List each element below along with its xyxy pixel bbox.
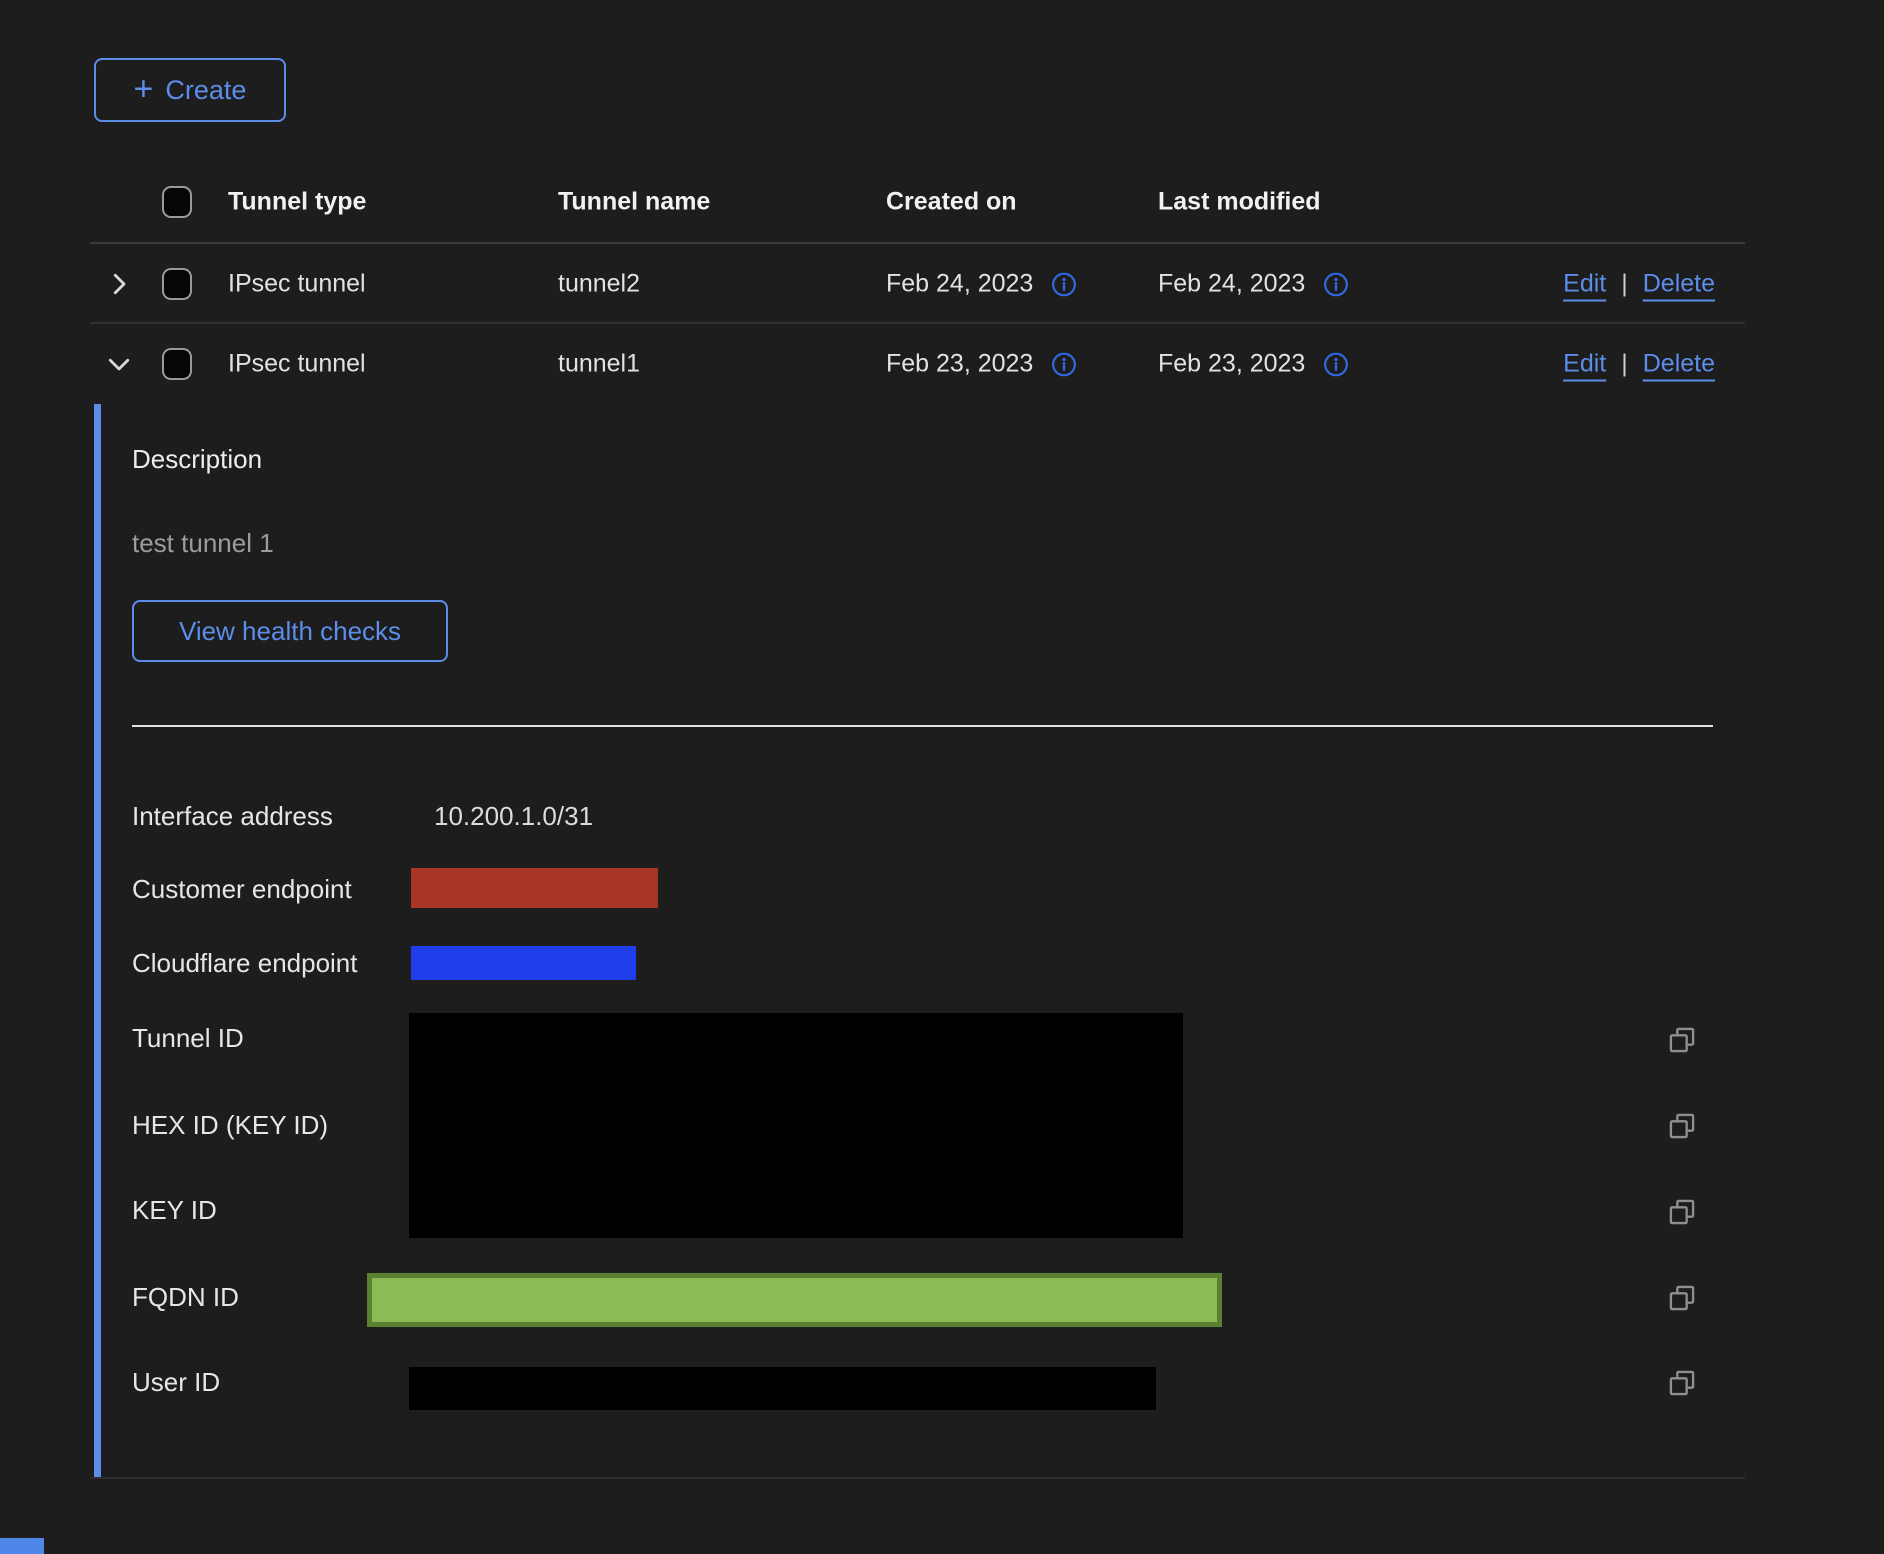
tunnel-name-cell: tunnel1 <box>558 350 640 379</box>
edit-link[interactable]: Edit <box>1563 350 1606 379</box>
plus-icon: + <box>134 72 154 106</box>
customer-endpoint-redacted-value <box>411 868 658 908</box>
last-modified-cell: Feb 23, 2023 <box>1158 350 1349 379</box>
user-id-redacted-value <box>409 1367 1156 1410</box>
created-on-date: Feb 23, 2023 <box>886 350 1033 379</box>
copy-icon[interactable] <box>1668 1369 1696 1397</box>
fqdn-id-label: FQDN ID <box>132 1282 239 1313</box>
customer-endpoint-label: Customer endpoint <box>132 874 352 905</box>
table-bottom-divider <box>90 1477 1745 1479</box>
delete-link[interactable]: Delete <box>1643 350 1715 379</box>
create-button[interactable]: + Create <box>94 58 286 122</box>
tunnel-detail-panel: Description test tunnel 1 View health ch… <box>94 404 1745 1478</box>
header-tunnel-name: Tunnel name <box>558 188 710 217</box>
copy-icon[interactable] <box>1668 1284 1696 1312</box>
header-last-modified: Last modified <box>1158 188 1321 217</box>
section-divider <box>132 725 1713 727</box>
created-on-cell: Feb 24, 2023 <box>886 270 1077 299</box>
cloudflare-endpoint-redacted-value <box>411 946 636 980</box>
row-checkbox[interactable] <box>162 348 192 380</box>
copy-icon[interactable] <box>1668 1198 1696 1226</box>
action-separator: | <box>1621 350 1628 379</box>
copy-icon[interactable] <box>1668 1112 1696 1140</box>
key-id-label: KEY ID <box>132 1195 217 1226</box>
hex-id-label: HEX ID (KEY ID) <box>132 1110 328 1141</box>
chevron-down-icon[interactable] <box>104 349 134 379</box>
cloudflare-endpoint-label: Cloudflare endpoint <box>132 948 358 979</box>
tunnels-table: Tunnel type Tunnel name Created on Last … <box>90 160 1745 404</box>
header-created-on: Created on <box>886 188 1017 217</box>
chevron-right-icon[interactable] <box>104 269 134 299</box>
info-icon[interactable] <box>1051 351 1077 377</box>
tunnel-name-cell: tunnel2 <box>558 270 640 299</box>
header-tunnel-type: Tunnel type <box>228 188 366 217</box>
tunnels-page: + Create Tunnel type Tunnel name Created… <box>0 0 1884 1554</box>
ids-redacted-value <box>409 1013 1183 1238</box>
bottom-left-accent <box>0 1538 44 1554</box>
select-all-checkbox[interactable] <box>162 186 192 218</box>
interface-address-label: Interface address <box>132 801 333 832</box>
edit-link[interactable]: Edit <box>1563 270 1606 299</box>
user-id-label: User ID <box>132 1367 220 1398</box>
row-actions: Edit | Delete <box>1563 270 1715 299</box>
tunnel-type-cell: IPsec tunnel <box>228 350 366 379</box>
created-on-cell: Feb 23, 2023 <box>886 350 1077 379</box>
row-checkbox[interactable] <box>162 268 192 300</box>
interface-address-value: 10.200.1.0/31 <box>434 801 593 832</box>
create-button-label: Create <box>165 75 246 106</box>
copy-icon[interactable] <box>1668 1026 1696 1054</box>
info-icon[interactable] <box>1323 271 1349 297</box>
table-row: IPsec tunnel tunnel2 Feb 24, 2023 Feb 24… <box>90 244 1745 324</box>
view-health-checks-button[interactable]: View health checks <box>132 600 448 662</box>
info-icon[interactable] <box>1051 271 1077 297</box>
tunnel-type-cell: IPsec tunnel <box>228 270 366 299</box>
delete-link[interactable]: Delete <box>1643 270 1715 299</box>
tunnel-id-label: Tunnel ID <box>132 1023 244 1054</box>
last-modified-date: Feb 23, 2023 <box>1158 350 1305 379</box>
last-modified-date: Feb 24, 2023 <box>1158 270 1305 299</box>
created-on-date: Feb 24, 2023 <box>886 270 1033 299</box>
table-header-row: Tunnel type Tunnel name Created on Last … <box>90 160 1745 244</box>
action-separator: | <box>1621 270 1628 299</box>
fqdn-id-redacted-value <box>367 1273 1222 1327</box>
row-actions: Edit | Delete <box>1563 350 1715 379</box>
table-row: IPsec tunnel tunnel1 Feb 23, 2023 Feb 23… <box>90 324 1745 404</box>
last-modified-cell: Feb 24, 2023 <box>1158 270 1349 299</box>
description-value: test tunnel 1 <box>132 528 274 559</box>
description-label: Description <box>132 444 262 475</box>
info-icon[interactable] <box>1323 351 1349 377</box>
